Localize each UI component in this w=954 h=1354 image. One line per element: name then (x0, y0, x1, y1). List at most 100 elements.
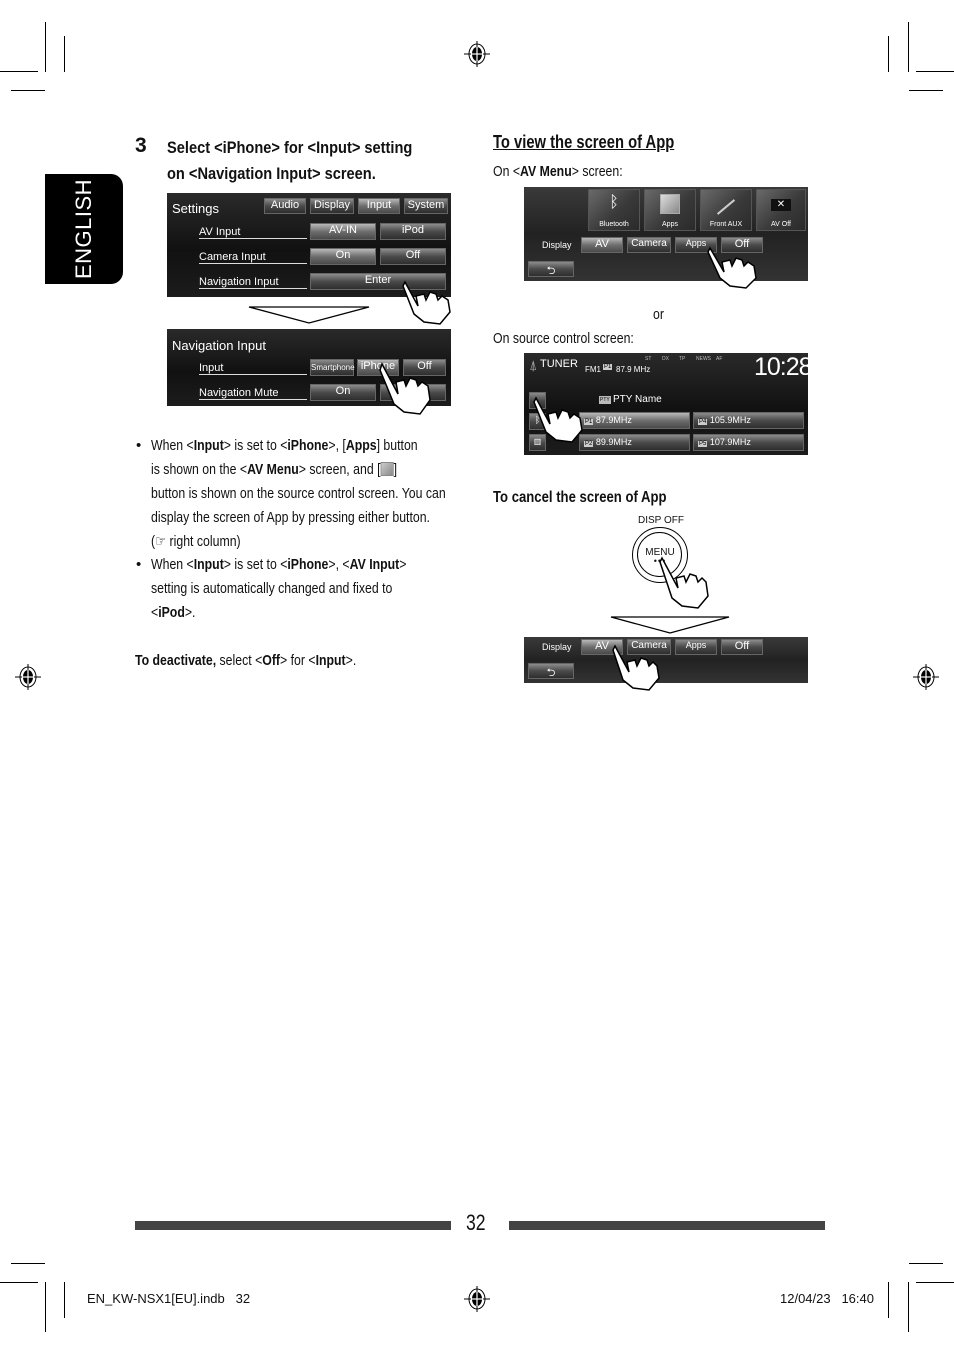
display-camera-button[interactable]: Camera (627, 237, 671, 253)
deactivate-label: To deactivate, (135, 652, 217, 669)
indicator-news: NEWS (696, 356, 711, 362)
screen-title: Settings (172, 201, 219, 216)
pointing-hand-icon (659, 556, 709, 609)
apps-tile[interactable]: Apps (644, 189, 696, 231)
bold-term: Off (262, 652, 281, 669)
note-2: When <Input> is set to <iPhone>, <AV Inp… (151, 553, 406, 625)
bold-term: iPhone (287, 437, 329, 454)
note-line: setting is automatically changed and fix… (151, 580, 393, 597)
preset-button-p5[interactable]: P5 107.9MHz (693, 434, 804, 451)
close-icon: ✕ (771, 199, 791, 211)
pointing-hand-icon (707, 246, 757, 289)
preset-frequency: 87.9MHz (595, 415, 632, 425)
display-apps-button[interactable]: Apps (675, 639, 717, 655)
deactivate-instruction: To deactivate, select <Off> for <Input>. (135, 649, 356, 673)
smartphone-button[interactable]: Smartphone (310, 359, 355, 376)
back-button[interactable]: ⮌ (528, 663, 574, 679)
bold-term: Input (193, 437, 224, 454)
row-label-av-input: AV Input (199, 226, 307, 239)
indicator-tp: TP (679, 356, 686, 362)
bold-term: AV Input (349, 556, 400, 573)
camera-off-button[interactable]: Off (380, 248, 446, 265)
row-label-navigation-input: Navigation Input (199, 276, 307, 289)
display-av-button[interactable]: AV (581, 237, 623, 253)
bold-term: iPod (158, 604, 185, 621)
text: > screen: (571, 163, 623, 180)
camera-on-button[interactable]: On (310, 248, 376, 265)
note-line: When <Input> is set to <iPhone>, <AV Inp… (151, 556, 407, 573)
back-arrow-icon: ⮌ (546, 265, 556, 277)
pty-name: PTY Name (613, 394, 662, 405)
source-label: TUNER (540, 358, 578, 370)
step-title: Select <iPhone> for <Input> setting on <… (167, 135, 425, 187)
tab-input[interactable]: Input (358, 198, 400, 214)
tile-label: AV Off (771, 221, 791, 228)
preset-frequency: 89.9MHz (595, 437, 632, 447)
footer-bar-right (509, 1221, 825, 1230)
indicator-dx: DX (662, 356, 669, 362)
back-button[interactable]: ⮌ (528, 261, 574, 277)
registration-mark-icon (464, 1286, 490, 1312)
language-label: ENGLISH (71, 178, 96, 280)
pointing-hand-icon (612, 644, 660, 691)
av-menu-screen: ᛒ Bluetooth Apps Front AUX ✕ AV Off Disp… (524, 187, 808, 281)
preset-button-p1[interactable]: P1 87.9MHz (579, 412, 690, 429)
crop-mark (11, 1263, 45, 1264)
bluetooth-tile[interactable]: ᛒ Bluetooth (588, 189, 640, 231)
note-line: When <Input> is set to <iPhone>, [Apps] … (151, 437, 418, 454)
pty-badge: PTY (599, 396, 611, 404)
crop-mark (909, 90, 943, 91)
row-label-input: Input (199, 362, 307, 375)
screen-title: Navigation Input (172, 338, 266, 353)
band-label: FM1 (585, 365, 601, 374)
indicator-af: AF (716, 356, 723, 362)
note-1: When <Input> is set to <iPhone>, [Apps] … (151, 434, 446, 554)
view-section-heading: To view the screen of App (493, 132, 675, 152)
crop-mark (45, 1282, 46, 1332)
preset-button-p4[interactable]: P4 105.9MHz (693, 412, 804, 429)
display-bar-screen: Display AV Camera Apps Off ⮌ (524, 637, 808, 683)
tab-display[interactable]: Display (310, 198, 354, 214)
down-arrow-icon (248, 306, 370, 324)
apps-icon (380, 462, 394, 476)
clock: 10:28 (754, 353, 808, 381)
bold-term: AV Menu (247, 461, 299, 478)
bullet: • (136, 556, 142, 573)
front-aux-tile[interactable]: Front AUX (700, 189, 752, 231)
av-off-tile[interactable]: ✕ AV Off (756, 189, 806, 231)
text: select < (216, 652, 263, 669)
crop-mark (0, 71, 38, 72)
note-line: display the screen of App by pressing ei… (151, 509, 430, 526)
crop-mark (45, 22, 46, 72)
bluetooth-icon: ᛒ (609, 194, 619, 211)
ipod-button[interactable]: iPod (380, 223, 446, 240)
tile-label: Apps (662, 221, 678, 228)
preset-frequency: 107.9MHz (709, 437, 751, 447)
page-number: 32 (466, 1210, 486, 1235)
text: On < (493, 163, 521, 180)
or-text: or (653, 306, 664, 323)
av-in-button[interactable]: AV-IN (310, 223, 376, 240)
note-line: (☞ right column) (151, 533, 241, 550)
disp-off-label: DISP OFF (638, 515, 684, 526)
antenna-icon: ⍋ (529, 357, 538, 373)
crop-mark (888, 1282, 889, 1318)
footer-bar-left (135, 1221, 451, 1230)
pointing-hand-icon (379, 362, 431, 415)
display-off-button[interactable]: Off (721, 639, 763, 655)
crop-mark (64, 1282, 65, 1318)
row-label-navigation-mute: Navigation Mute (199, 387, 307, 400)
source-control-caption: On source control screen: (493, 330, 634, 347)
mute-on-button[interactable]: On (310, 384, 376, 401)
crop-mark (908, 22, 909, 72)
tile-label: Front AUX (709, 221, 743, 228)
frequency-label: 87.9 MHz (616, 365, 651, 374)
pointing-hand-icon (402, 280, 451, 325)
note-line: is shown on the <AV Menu> screen, and [] (151, 461, 398, 478)
preset-button-p2[interactable]: P2 89.9MHz (579, 434, 690, 451)
tab-audio[interactable]: Audio (264, 198, 306, 214)
preset-badge: P5 (698, 441, 708, 447)
tab-system[interactable]: System (404, 198, 448, 214)
step-number: 3 (135, 134, 147, 157)
date-slug: 12/04/23 16:40 (780, 1291, 874, 1306)
